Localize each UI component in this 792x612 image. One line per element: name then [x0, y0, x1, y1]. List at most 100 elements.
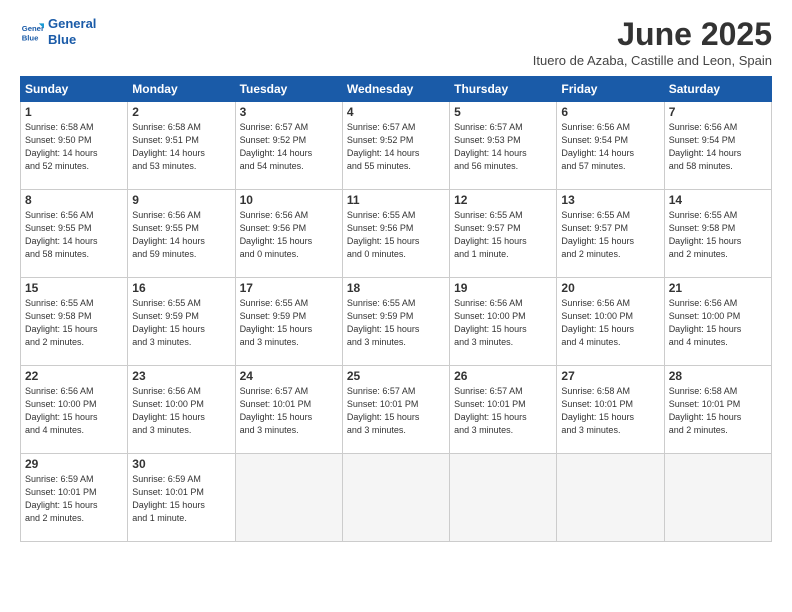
day-number: 6 — [561, 105, 659, 119]
svg-text:General: General — [22, 24, 44, 33]
day-info: Sunrise: 6:56 AMSunset: 10:00 PMDaylight… — [561, 297, 659, 349]
calendar-cell — [664, 454, 771, 542]
week-row-1: 8 Sunrise: 6:56 AMSunset: 9:55 PMDaylight… — [21, 190, 772, 278]
day-info: Sunrise: 6:58 AMSunset: 9:51 PMDaylight:… — [132, 121, 230, 173]
week-row-4: 29 Sunrise: 6:59 AMSunset: 10:01 PMDaylig… — [21, 454, 772, 542]
calendar-cell: 10Sunrise: 6:56 AMSunset: 9:56 PMDayligh… — [235, 190, 342, 278]
day-number: 15 — [25, 281, 123, 295]
day-number: 27 — [561, 369, 659, 383]
calendar-cell: 3 Sunrise: 6:57 AMSunset: 9:52 PMDaylight… — [235, 102, 342, 190]
title-area: June 2025 Ituero de Azaba, Castille and … — [533, 16, 772, 68]
day-info: Sunrise: 6:55 AMSunset: 9:57 PMDaylight:… — [454, 209, 552, 261]
month-title: June 2025 — [533, 16, 772, 53]
calendar-cell: 22Sunrise: 6:56 AMSunset: 10:00 PMDaylig… — [21, 366, 128, 454]
day-number: 13 — [561, 193, 659, 207]
calendar-cell: 18Sunrise: 6:55 AMSunset: 9:59 PMDayligh… — [342, 278, 449, 366]
day-info: Sunrise: 6:57 AMSunset: 9:53 PMDaylight:… — [454, 121, 552, 173]
header: General Blue General Blue June 2025 Itue… — [20, 16, 772, 68]
day-info: Sunrise: 6:55 AMSunset: 9:59 PMDaylight:… — [240, 297, 338, 349]
day-number: 21 — [669, 281, 767, 295]
calendar-cell: 1 Sunrise: 6:58 AMSunset: 9:50 PMDaylight… — [21, 102, 128, 190]
week-row-3: 22Sunrise: 6:56 AMSunset: 10:00 PMDaylig… — [21, 366, 772, 454]
calendar-cell: 23Sunrise: 6:56 AMSunset: 10:00 PMDaylig… — [128, 366, 235, 454]
day-info: Sunrise: 6:56 AMSunset: 9:55 PMDaylight:… — [132, 209, 230, 261]
week-row-2: 15 Sunrise: 6:55 AMSunset: 9:58 PMDayligh… — [21, 278, 772, 366]
calendar-cell: 27 Sunrise: 6:58 AMSunset: 10:01 PMDaylig… — [557, 366, 664, 454]
header-saturday: Saturday — [664, 77, 771, 102]
day-number: 4 — [347, 105, 445, 119]
calendar-cell: 13 Sunrise: 6:55 AMSunset: 9:57 PMDayligh… — [557, 190, 664, 278]
calendar-cell: 20 Sunrise: 6:56 AMSunset: 10:00 PMDaylig… — [557, 278, 664, 366]
day-number: 14 — [669, 193, 767, 207]
calendar-cell: 29Sunrise: 6:59 AMSunset: 10:01 PMDaylig… — [21, 454, 128, 542]
day-number: 12 — [454, 193, 552, 207]
day-info: Sunrise: 6:55 AMSunset: 9:56 PMDaylight:… — [347, 209, 445, 261]
day-number: 7 — [669, 105, 767, 119]
calendar-cell: 30Sunrise: 6:59 AMSunset: 10:01 PMDaylig… — [128, 454, 235, 542]
svg-text:Blue: Blue — [22, 33, 39, 42]
logo-icon: General Blue — [20, 20, 44, 44]
logo: General Blue General Blue — [20, 16, 96, 47]
calendar-cell: 12 Sunrise: 6:55 AMSunset: 9:57 PMDayligh… — [450, 190, 557, 278]
calendar-cell — [235, 454, 342, 542]
day-number: 8 — [25, 193, 123, 207]
day-number: 9 — [132, 193, 230, 207]
day-info: Sunrise: 6:57 AMSunset: 10:01 PMDaylight… — [240, 385, 338, 437]
header-wednesday: Wednesday — [342, 77, 449, 102]
day-info: Sunrise: 6:58 AMSunset: 10:01 PMDaylight… — [669, 385, 767, 437]
day-number: 17 — [240, 281, 338, 295]
day-number: 19 — [454, 281, 552, 295]
calendar-cell: 28 Sunrise: 6:58 AMSunset: 10:01 PMDaylig… — [664, 366, 771, 454]
day-info: Sunrise: 6:58 AMSunset: 9:50 PMDaylight:… — [25, 121, 123, 173]
day-info: Sunrise: 6:55 AMSunset: 9:58 PMDaylight:… — [25, 297, 123, 349]
day-info: Sunrise: 6:55 AMSunset: 9:57 PMDaylight:… — [561, 209, 659, 261]
day-number: 23 — [132, 369, 230, 383]
calendar-cell: 8 Sunrise: 6:56 AMSunset: 9:55 PMDaylight… — [21, 190, 128, 278]
day-number: 25 — [347, 369, 445, 383]
day-number: 22 — [25, 369, 123, 383]
day-info: Sunrise: 6:55 AMSunset: 9:58 PMDaylight:… — [669, 209, 767, 261]
day-number: 5 — [454, 105, 552, 119]
location-subtitle: Ituero de Azaba, Castille and Leon, Spai… — [533, 53, 772, 68]
day-info: Sunrise: 6:55 AMSunset: 9:59 PMDaylight:… — [347, 297, 445, 349]
calendar-cell: 21 Sunrise: 6:56 AMSunset: 10:00 PMDaylig… — [664, 278, 771, 366]
header-friday: Friday — [557, 77, 664, 102]
day-info: Sunrise: 6:59 AMSunset: 10:01 PMDaylight… — [132, 473, 230, 525]
day-info: Sunrise: 6:56 AMSunset: 9:56 PMDaylight:… — [240, 209, 338, 261]
calendar-cell: 15 Sunrise: 6:55 AMSunset: 9:58 PMDayligh… — [21, 278, 128, 366]
day-number: 2 — [132, 105, 230, 119]
day-number: 29 — [25, 457, 123, 471]
day-number: 24 — [240, 369, 338, 383]
day-info: Sunrise: 6:56 AMSunset: 9:55 PMDaylight:… — [25, 209, 123, 261]
header-tuesday: Tuesday — [235, 77, 342, 102]
calendar-cell: 9 Sunrise: 6:56 AMSunset: 9:55 PMDaylight… — [128, 190, 235, 278]
calendar-cell — [342, 454, 449, 542]
day-info: Sunrise: 6:56 AMSunset: 10:00 PMDaylight… — [669, 297, 767, 349]
day-number: 28 — [669, 369, 767, 383]
day-info: Sunrise: 6:57 AMSunset: 9:52 PMDaylight:… — [240, 121, 338, 173]
week-row-0: 1 Sunrise: 6:58 AMSunset: 9:50 PMDaylight… — [21, 102, 772, 190]
calendar-cell: 25Sunrise: 6:57 AMSunset: 10:01 PMDaylig… — [342, 366, 449, 454]
day-info: Sunrise: 6:57 AMSunset: 9:52 PMDaylight:… — [347, 121, 445, 173]
calendar-header-row: SundayMondayTuesdayWednesdayThursdayFrid… — [21, 77, 772, 102]
calendar-table: SundayMondayTuesdayWednesdayThursdayFrid… — [20, 76, 772, 542]
day-info: Sunrise: 6:57 AMSunset: 10:01 PMDaylight… — [454, 385, 552, 437]
calendar-cell: 5 Sunrise: 6:57 AMSunset: 9:53 PMDaylight… — [450, 102, 557, 190]
day-number: 20 — [561, 281, 659, 295]
calendar-cell: 26Sunrise: 6:57 AMSunset: 10:01 PMDaylig… — [450, 366, 557, 454]
header-sunday: Sunday — [21, 77, 128, 102]
calendar-cell: 16Sunrise: 6:55 AMSunset: 9:59 PMDayligh… — [128, 278, 235, 366]
day-number: 16 — [132, 281, 230, 295]
calendar-cell: 19Sunrise: 6:56 AMSunset: 10:00 PMDaylig… — [450, 278, 557, 366]
logo-text: General Blue — [48, 16, 96, 47]
calendar-page: General Blue General Blue June 2025 Itue… — [0, 0, 792, 612]
calendar-cell: 11Sunrise: 6:55 AMSunset: 9:56 PMDayligh… — [342, 190, 449, 278]
calendar-cell: 2 Sunrise: 6:58 AMSunset: 9:51 PMDaylight… — [128, 102, 235, 190]
day-number: 1 — [25, 105, 123, 119]
day-info: Sunrise: 6:56 AMSunset: 9:54 PMDaylight:… — [669, 121, 767, 173]
calendar-cell: 24 Sunrise: 6:57 AMSunset: 10:01 PMDaylig… — [235, 366, 342, 454]
day-info: Sunrise: 6:58 AMSunset: 10:01 PMDaylight… — [561, 385, 659, 437]
calendar-cell — [450, 454, 557, 542]
calendar-cell: 17 Sunrise: 6:55 AMSunset: 9:59 PMDayligh… — [235, 278, 342, 366]
day-number: 3 — [240, 105, 338, 119]
